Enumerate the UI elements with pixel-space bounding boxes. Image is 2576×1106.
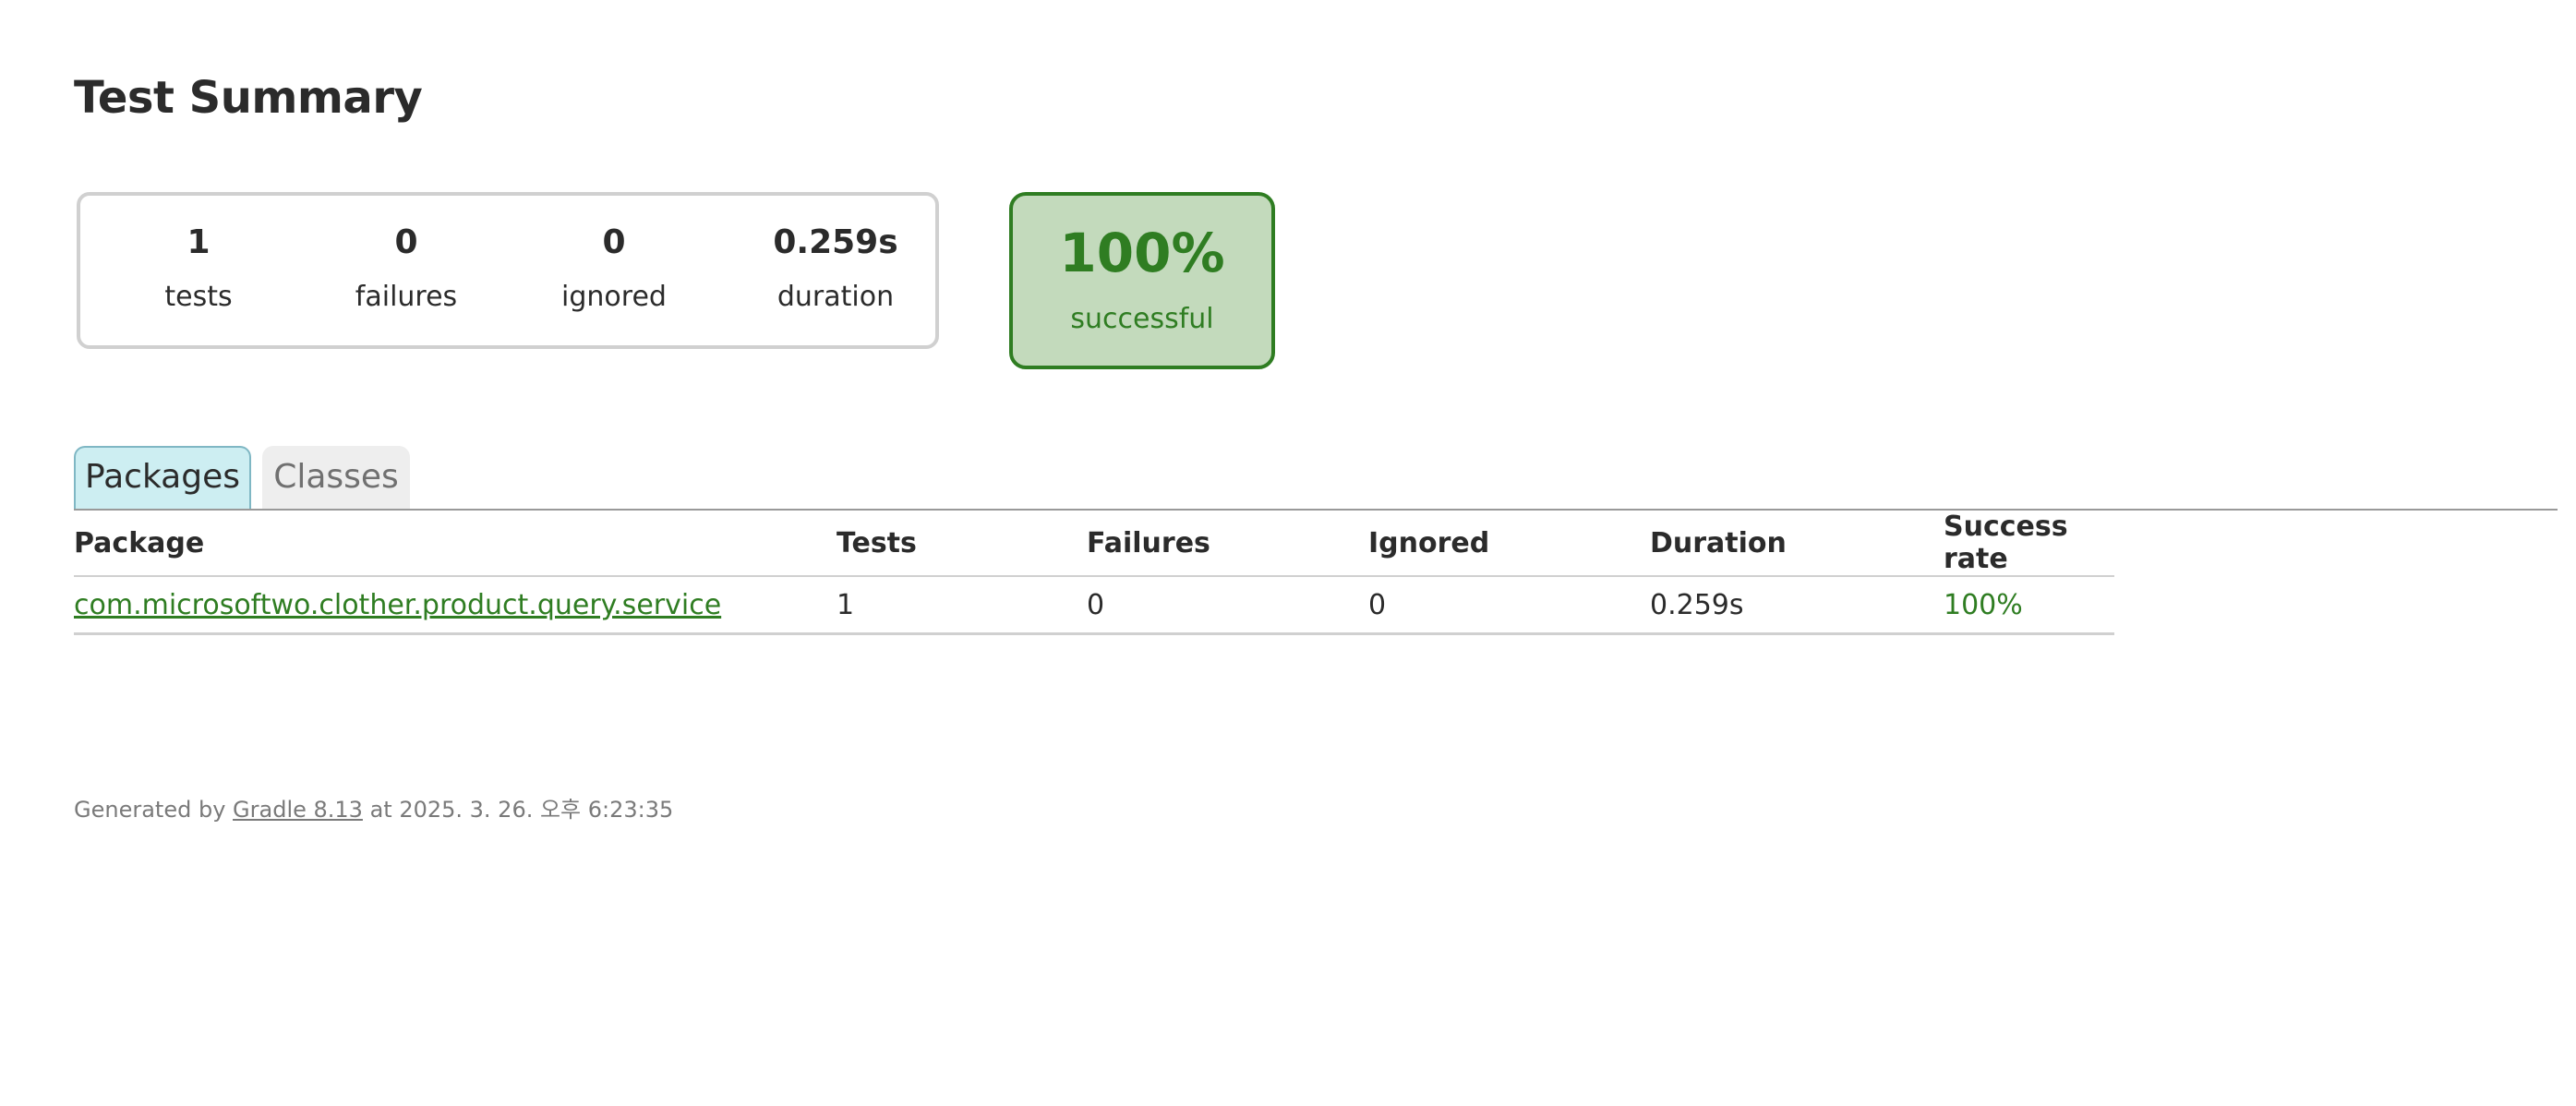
counter-value: 0 — [394, 223, 418, 261]
page-title: Test Summary — [74, 72, 423, 124]
counter-value: 0 — [602, 223, 626, 261]
counter-tests: 1 tests — [106, 196, 291, 345]
gradle-link[interactable]: Gradle 8.13 — [233, 797, 363, 823]
summary-counters: 1 tests 0 failures 0 ignored 0.259s dura… — [77, 192, 939, 349]
packages-table: Package Tests Failures Ignored Duration … — [74, 511, 2114, 635]
counter-value: 1 — [187, 223, 211, 261]
column-header-failures[interactable]: Failures — [1087, 511, 1368, 577]
counter-label: duration — [776, 281, 895, 313]
column-header-tests[interactable]: Tests — [837, 511, 1087, 577]
footer: Generated by Gradle 8.13 at 2025. 3. 26.… — [74, 791, 673, 823]
column-header-package[interactable]: Package — [74, 511, 837, 577]
column-header-duration[interactable]: Duration — [1650, 511, 1944, 577]
success-percent: 100% — [1059, 222, 1225, 284]
success-rate-cell: 100% — [1944, 576, 2114, 635]
duration-cell: 0.259s — [1650, 576, 1944, 635]
counter-ignored: 0 ignored — [522, 196, 706, 345]
tab-packages[interactable]: Packages — [74, 446, 251, 509]
footer-prefix: Generated by — [74, 797, 234, 823]
column-header-success-rate[interactable]: Success rate — [1944, 511, 2114, 577]
counter-label: ignored — [561, 281, 667, 313]
counter-label: failures — [355, 281, 458, 313]
table-row: com.microsoftwo.clother.product.query.se… — [74, 576, 2114, 635]
counter-failures: 0 failures — [314, 196, 499, 345]
footer-timestamp: at 2025. 3. 26. 오후 6:23:35 — [362, 797, 674, 823]
ignored-cell: 0 — [1368, 576, 1650, 635]
counter-duration: 0.259s duration — [743, 196, 928, 345]
failures-cell: 0 — [1087, 576, 1368, 635]
package-link[interactable]: com.microsoftwo.clother.product.query.se… — [74, 589, 721, 621]
package-cell: com.microsoftwo.clother.product.query.se… — [74, 576, 837, 635]
table-header-row: Package Tests Failures Ignored Duration … — [74, 511, 2114, 577]
tab-classes[interactable]: Classes — [262, 446, 410, 509]
tests-cell: 1 — [837, 576, 1087, 635]
counter-value: 0.259s — [773, 223, 898, 261]
success-label: successful — [1070, 303, 1214, 335]
column-header-ignored[interactable]: Ignored — [1368, 511, 1650, 577]
success-rate-box: 100% successful — [1009, 192, 1275, 369]
counter-label: tests — [164, 281, 233, 313]
